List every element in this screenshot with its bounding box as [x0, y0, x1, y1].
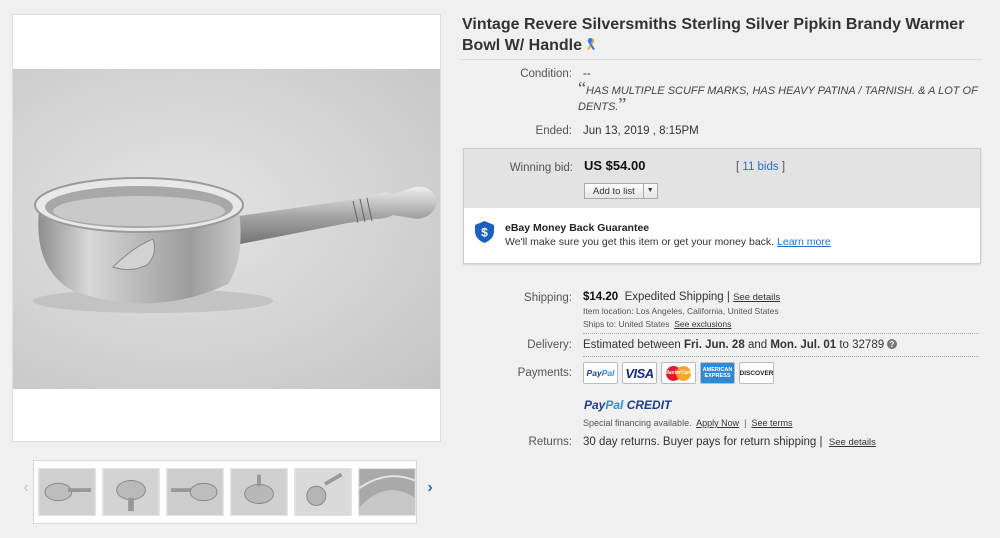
shipping-label: Shipping:	[524, 292, 572, 304]
chevron-left-icon[interactable]: ‹	[18, 478, 34, 498]
paypal-credit-pay: Pay	[584, 398, 606, 412]
ended-date: Jun 13, 2019 ,	[583, 125, 656, 137]
add-to-list-label: Add to list	[585, 184, 644, 198]
thumbnail-image	[39, 469, 95, 515]
bid-count-open: [	[736, 161, 740, 173]
chevron-right-icon[interactable]: ›	[422, 478, 438, 498]
title-divider	[460, 59, 982, 60]
add-to-list-button[interactable]: Add to list ▼	[584, 183, 658, 199]
condition-description: “HAS MULTIPLE SCUFF MARKS, HAS HEAVY PAT…	[578, 79, 988, 115]
shipping-divider	[583, 333, 979, 334]
shipping-details-link[interactable]: See details	[733, 292, 780, 303]
condition-label: Condition:	[520, 68, 572, 80]
ships-to-label: Ships to:	[583, 319, 617, 329]
bid-summary: Winning bid: US $54.00 [ 11 bids ] Add t…	[464, 149, 980, 208]
mastercard-logo-icon: MasterCard	[661, 362, 696, 384]
bid-history-link[interactable]: 11 bids	[742, 161, 778, 173]
american-express-logo-icon: AMERICAN EXPRESS	[700, 362, 735, 384]
bid-count: [ 11 bids ]	[736, 161, 785, 173]
thumbnail-image	[359, 469, 415, 515]
help-question-icon[interactable]: ?	[887, 339, 898, 349]
close-quote: ”	[618, 94, 627, 114]
payments-label: Payments:	[517, 367, 572, 379]
thumbnail-image	[231, 469, 287, 515]
shipping-separator: |	[726, 291, 730, 303]
financing-info: Special financing available. Apply Now |…	[583, 418, 793, 428]
money-back-guarantee-text: We'll make sure you get this item or get…	[505, 236, 831, 248]
paypal-logo-pal: Pal	[601, 368, 615, 378]
ended-label: Ended:	[535, 125, 572, 137]
shipping-price: $14.20	[583, 291, 619, 303]
condition-description-text: HAS MULTIPLE SCUFF MARKS, HAS HEAVY PATI…	[578, 85, 978, 113]
see-exclusions-link[interactable]: See exclusions	[674, 319, 731, 329]
ships-to: Ships to: United States See exclusions	[583, 319, 731, 329]
listing-title: Vintage Revere Silversmiths Sterling Sil…	[462, 14, 992, 56]
caret-down-icon[interactable]: ▼	[644, 184, 657, 198]
svg-text:$: $	[481, 226, 488, 240]
open-quote: “	[578, 78, 586, 98]
delivery-and: and	[747, 339, 768, 351]
main-image-panel	[12, 14, 441, 442]
thumbnail-image	[295, 469, 351, 515]
mastercard-logo-text: MasterCard	[664, 370, 693, 376]
delivery-divider	[583, 356, 979, 357]
payment-methods: Pay Pal VISA MasterCard AMERICAN EXPRESS …	[583, 362, 774, 384]
discover-logo-icon: DISCOVER	[739, 362, 774, 384]
financing-text: Special financing available.	[583, 418, 692, 428]
money-back-guarantee-title: eBay Money Back Guarantee	[505, 222, 650, 234]
ships-to-value: United States	[618, 319, 670, 329]
returns-text: 30 day returns. Buyer pays for return sh…	[583, 436, 823, 448]
thumbnail-6[interactable]	[358, 468, 416, 516]
delivery-prefix: Estimated between	[583, 339, 681, 351]
ended-value: Jun 13, 2019 , 8:15PM	[583, 125, 699, 137]
visa-logo-icon: VISA	[622, 362, 657, 384]
ended-time: 8:15PM	[659, 125, 699, 137]
paypal-credit-word: CREDIT	[626, 398, 672, 412]
shield-dollar-icon: $	[475, 221, 494, 243]
paypal-credit-pal: Pal	[605, 398, 624, 412]
listing-title-text: Vintage Revere Silversmiths Sterling Sil…	[462, 16, 965, 54]
thumbnail-image	[103, 469, 159, 515]
awareness-ribbon-icon	[587, 38, 595, 50]
paypal-logo-pay: Pay	[586, 368, 602, 378]
shipping-method: Expedited Shipping	[624, 291, 724, 303]
returns-policy: 30 day returns. Buyer pays for return sh…	[583, 436, 876, 448]
returns-details-link[interactable]: See details	[829, 437, 876, 448]
guarantee-description: We'll make sure you get this item or get…	[505, 236, 775, 248]
thumbnail-strip: ‹ ›	[12, 456, 442, 528]
shipping-summary: $14.20 Expedited Shipping | See details	[583, 291, 780, 303]
learn-more-link[interactable]: Learn more	[777, 236, 831, 248]
winning-bid-label: Winning bid:	[509, 162, 573, 174]
delivery-estimate: Estimated between Fri. Jun. 28 and Mon. …	[583, 339, 898, 351]
item-location: Item location: Los Angeles, California, …	[583, 306, 779, 316]
delivery-label: Delivery:	[527, 339, 572, 351]
delivery-start-date: Fri. Jun. 28	[684, 339, 745, 351]
delivery-zip: to 32789	[839, 339, 885, 351]
thumbnail-4[interactable]	[230, 468, 288, 516]
bid-count-close: ]	[781, 161, 786, 173]
brandy-warmer-photo	[33, 177, 437, 313]
bid-box: Winning bid: US $54.00 [ 11 bids ] Add t…	[463, 148, 981, 264]
item-location-label: Item location:	[583, 306, 634, 316]
svg-text:?: ?	[890, 340, 895, 349]
paypal-logo-icon: Pay Pal	[583, 362, 618, 384]
see-terms-link[interactable]: See terms	[752, 418, 793, 428]
thumbnail-list	[33, 460, 417, 524]
thumbnail-5[interactable]	[294, 468, 352, 516]
paypal-credit-logo-icon: PayPal CREDIT	[584, 398, 671, 412]
thumbnail-1[interactable]	[38, 468, 96, 516]
thumbnail-3[interactable]	[166, 468, 224, 516]
thumbnail-image	[167, 469, 223, 515]
winning-bid-price: US $54.00	[584, 158, 646, 173]
delivery-end-date: Mon. Jul. 01	[770, 339, 837, 351]
item-location-value: Los Angeles, California, United States	[635, 306, 779, 316]
returns-label: Returns:	[528, 436, 572, 448]
apply-now-link[interactable]: Apply Now	[696, 418, 739, 428]
thumbnail-2[interactable]	[102, 468, 160, 516]
financing-separator: |	[744, 418, 747, 428]
main-product-photo[interactable]	[13, 69, 440, 389]
